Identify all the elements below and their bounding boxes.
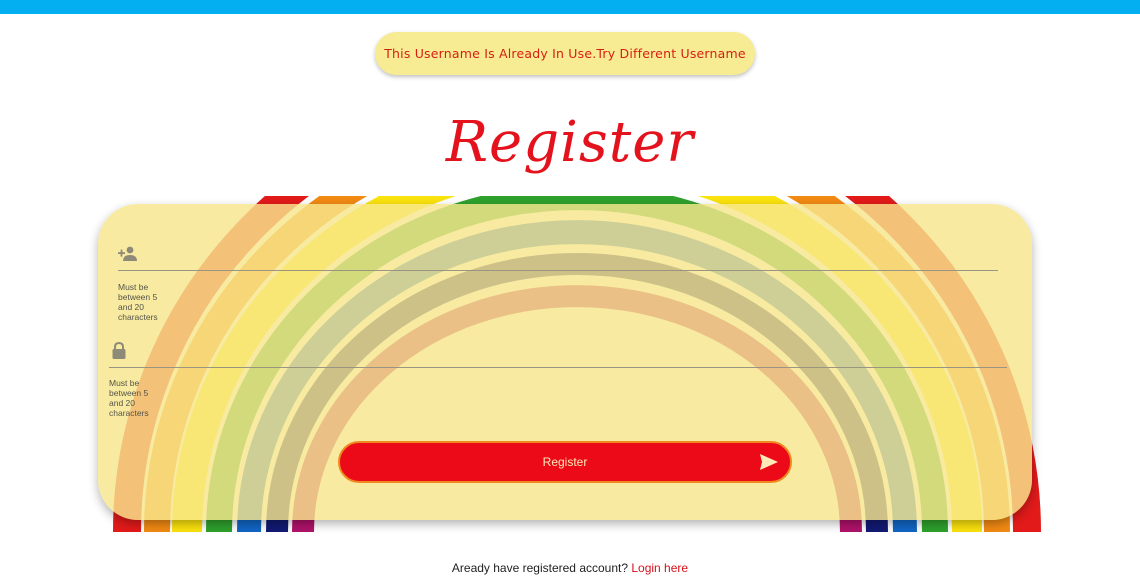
login-prompt: Aready have registered account? Login he…: [0, 561, 1140, 575]
lock-icon: [112, 341, 126, 359]
password-input[interactable]: [137, 341, 1001, 367]
send-icon: [760, 454, 778, 470]
page-title: Register: [445, 110, 695, 175]
register-button[interactable]: Register: [338, 441, 792, 483]
register-button-label: Register: [542, 455, 588, 469]
password-underline: [109, 367, 1007, 368]
login-link[interactable]: Login here: [631, 561, 688, 575]
person-add-icon: [118, 246, 137, 261]
alert-message: This Username Is Already In Use.Try Diff…: [384, 46, 746, 61]
password-hint: Must be between 5 and 20 characters: [109, 378, 149, 418]
username-taken-alert: This Username Is Already In Use.Try Diff…: [375, 32, 755, 75]
top-bar: [0, 0, 1140, 14]
login-prompt-text: Aready have registered account?: [451, 561, 629, 575]
username-hint: Must be between 5 and 20 characters: [118, 282, 158, 322]
username-underline: [118, 270, 998, 271]
username-input[interactable]: [146, 244, 1000, 270]
